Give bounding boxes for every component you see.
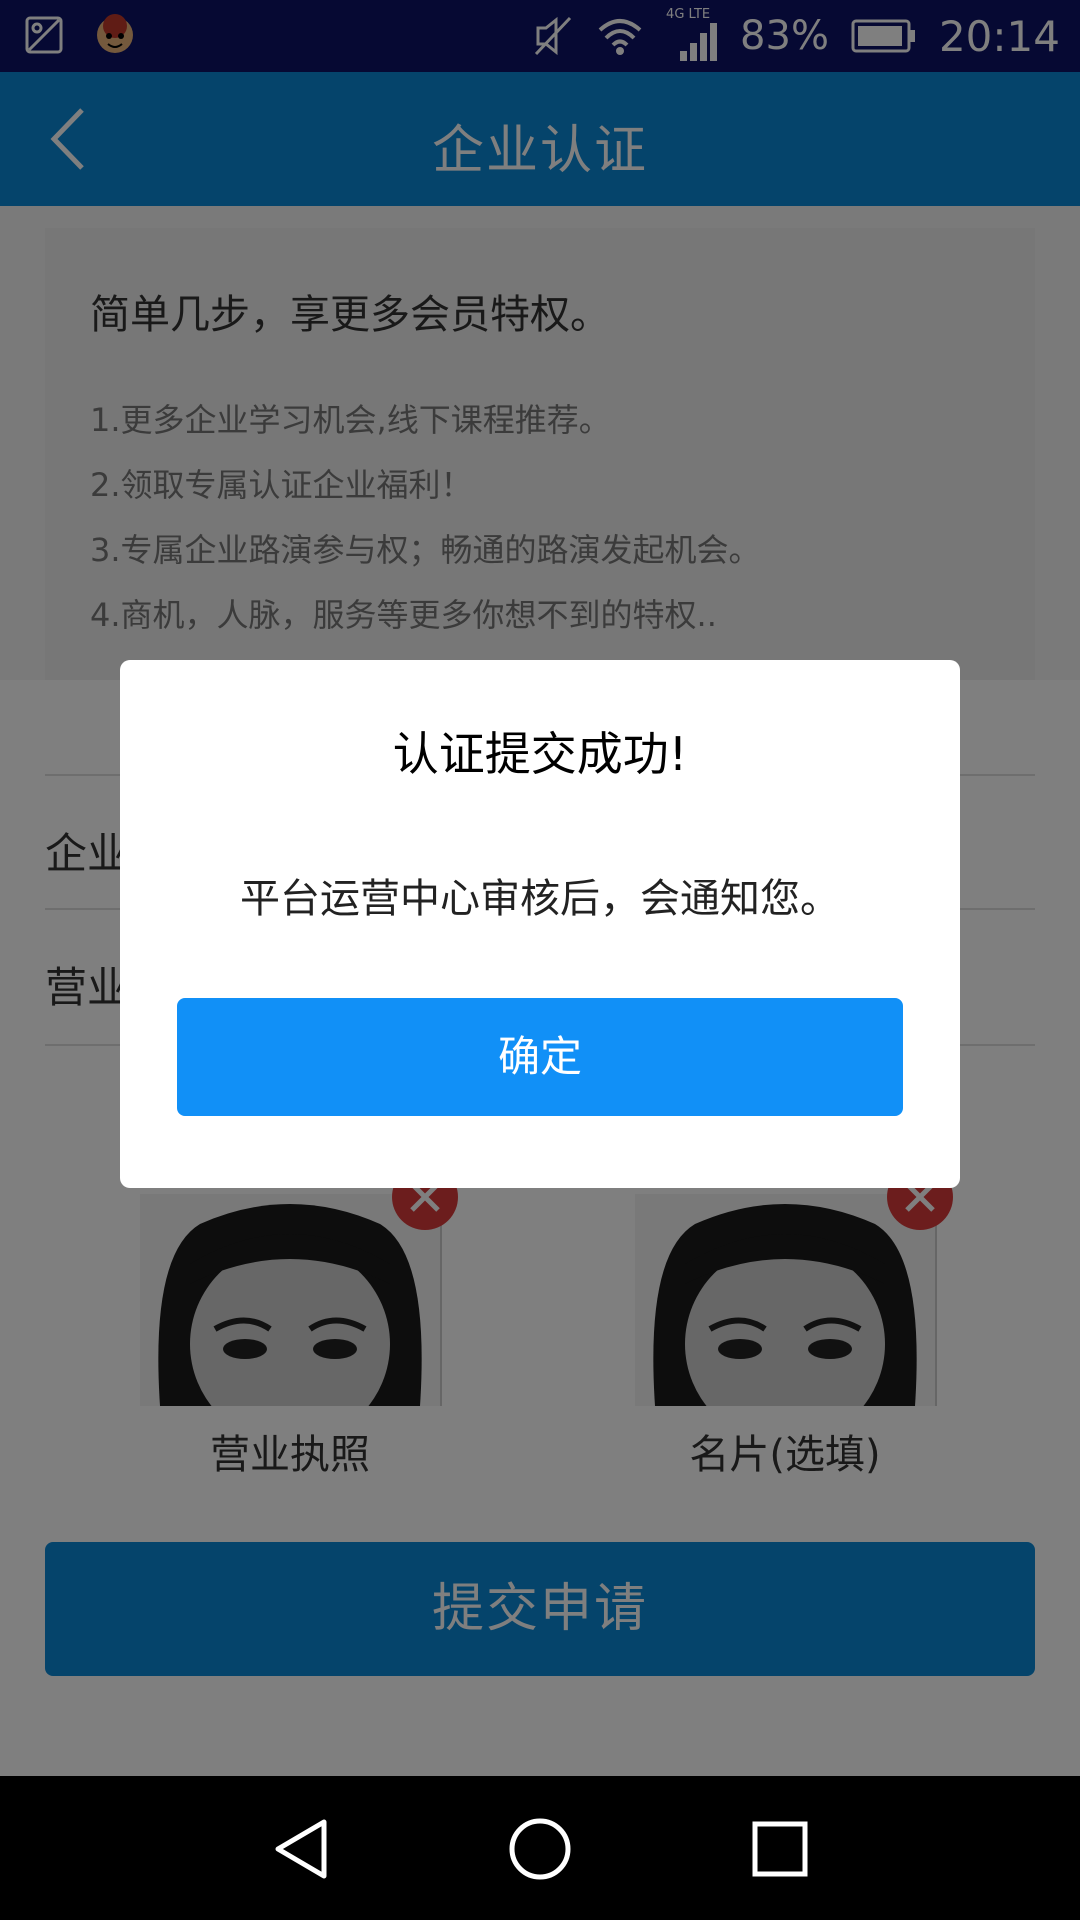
dialog-title: 认证提交成功!: [392, 727, 688, 781]
success-dialog: 认证提交成功! 平台运营中心审核后，会通知您。 确定: [120, 660, 960, 1188]
system-nav-bar: [0, 1776, 1080, 1920]
modal-overlay[interactable]: 认证提交成功! 平台运营中心审核后，会通知您。 确定: [0, 0, 1080, 1776]
nav-recents-icon[interactable]: [745, 1814, 815, 1884]
confirm-button[interactable]: 确定: [177, 998, 903, 1116]
nav-home-icon[interactable]: [505, 1814, 575, 1884]
dialog-message: 平台运营中心审核后，会通知您。: [240, 876, 840, 922]
nav-back-icon[interactable]: [268, 1814, 338, 1884]
